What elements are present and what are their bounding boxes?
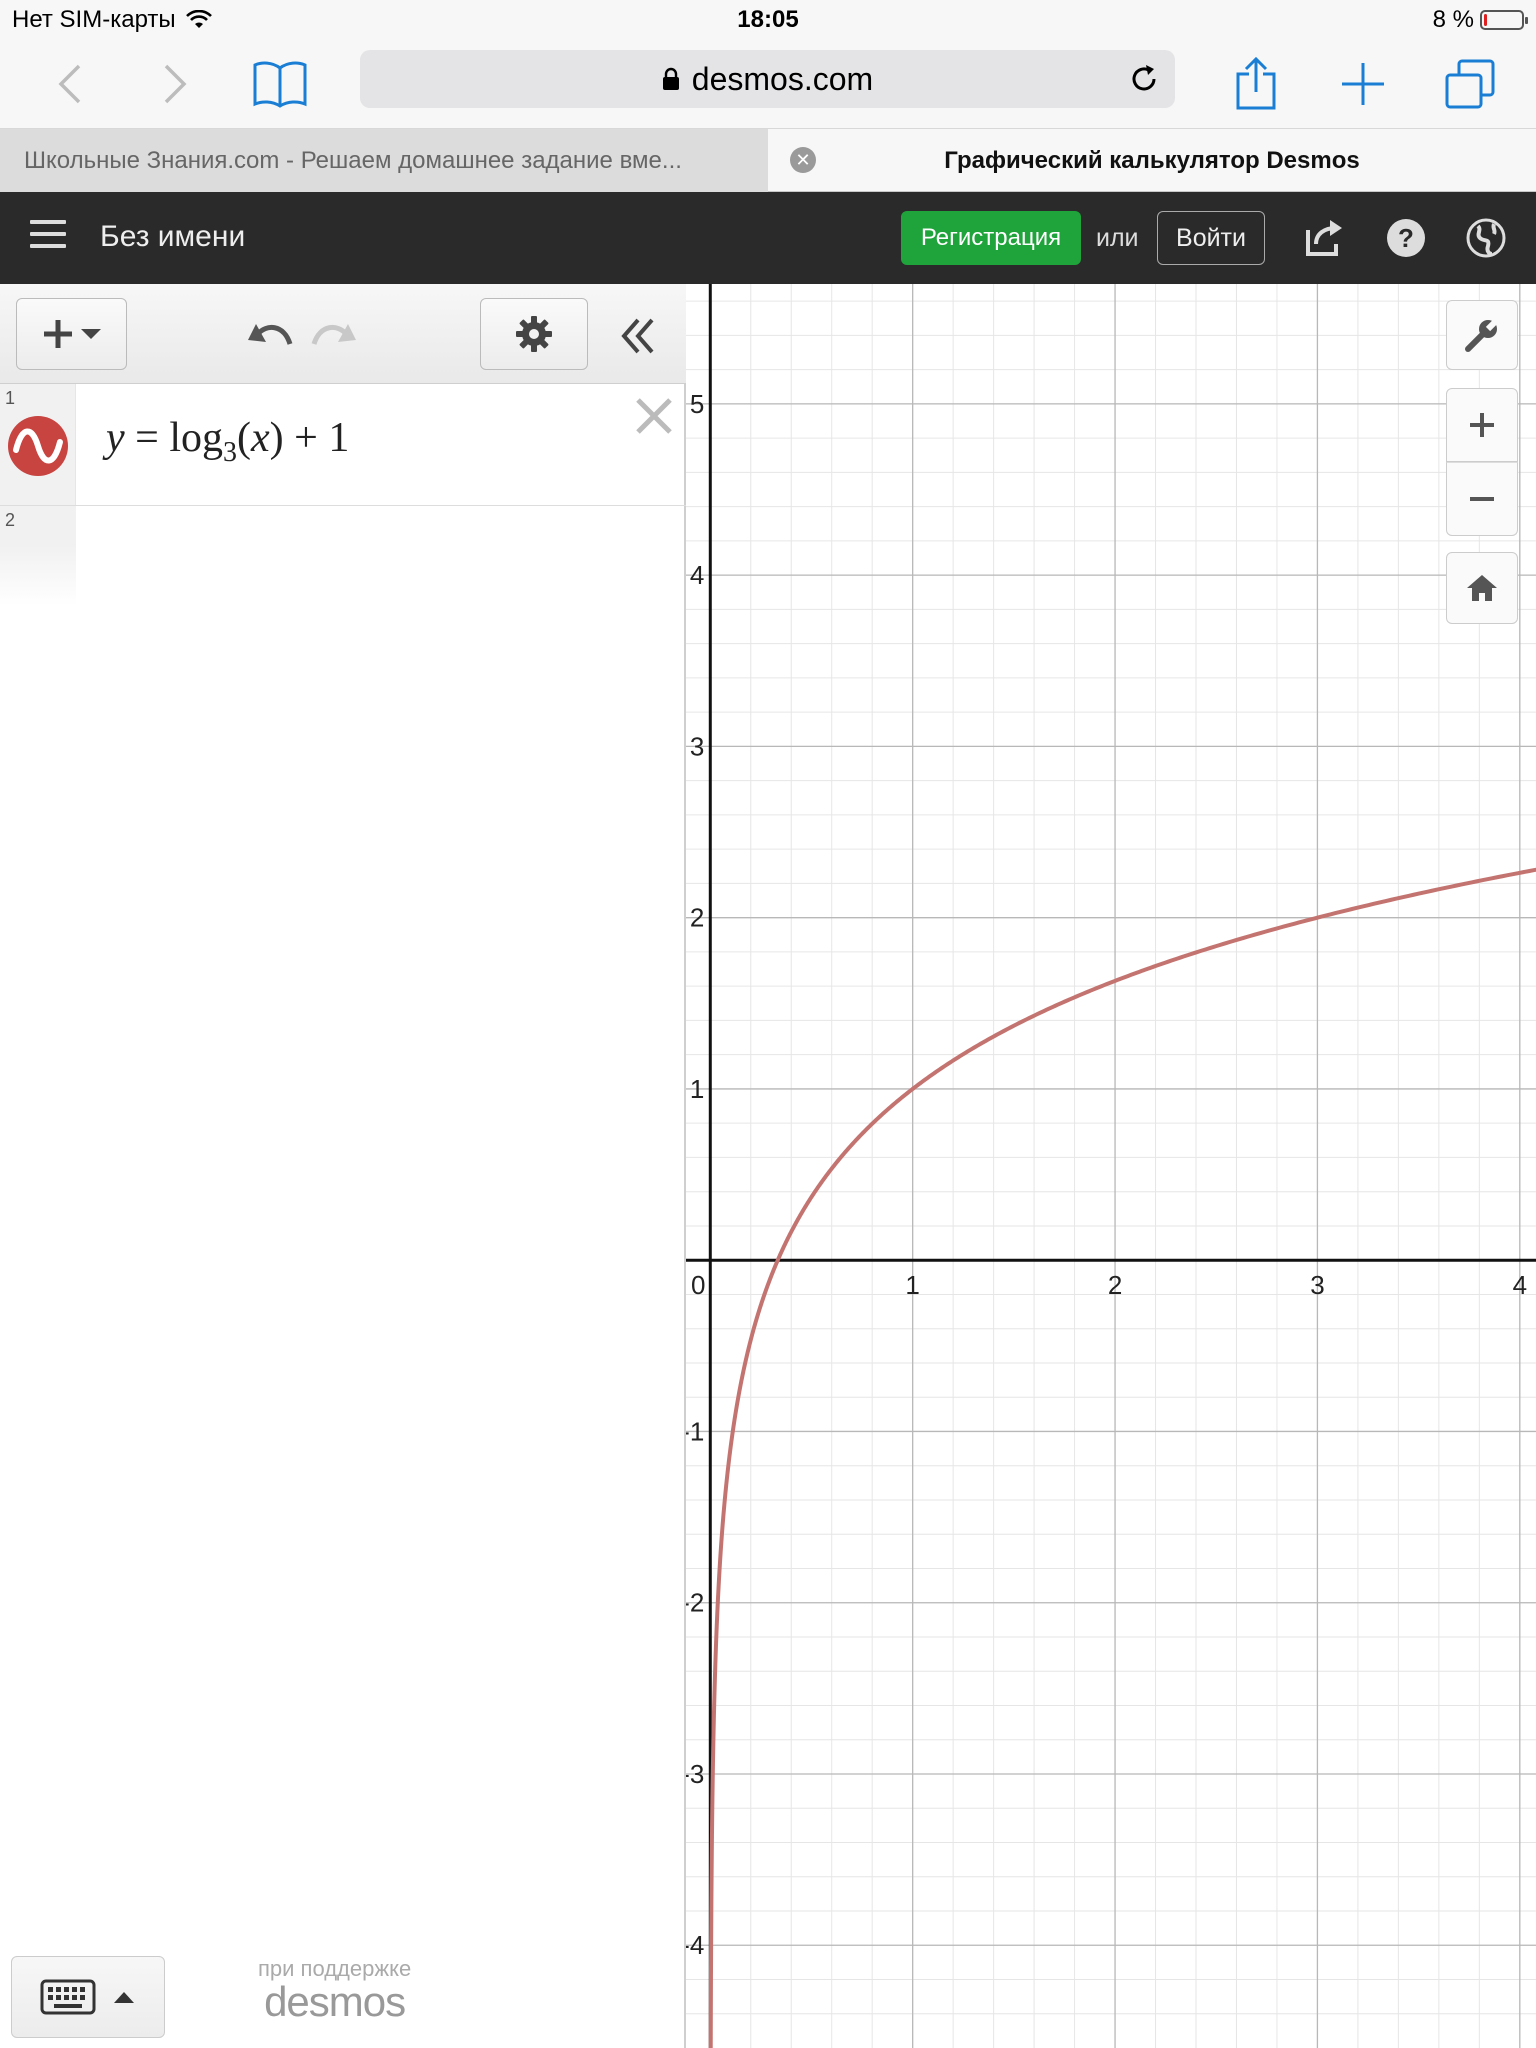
chevron-left-icon xyxy=(58,64,81,104)
x-tick-label: 2 xyxy=(1108,1270,1122,1300)
browser-toolbar: desmos.com xyxy=(0,40,1536,128)
share-button[interactable] xyxy=(1226,54,1286,114)
battery-fill xyxy=(1484,14,1488,26)
tab-znanija[interactable]: Школьные Знания.com - Решаем домашнее за… xyxy=(0,129,816,193)
undo-button[interactable] xyxy=(242,308,298,364)
share-icon xyxy=(1236,56,1276,110)
y-tick-label: -1 xyxy=(686,1416,704,1446)
desmos-header: Без имени Регистрация или Войти ? xyxy=(0,192,1536,284)
url-text: desmos.com xyxy=(691,60,874,97)
formula-open-paren: ( xyxy=(237,415,252,461)
formula-const: 1 xyxy=(328,415,350,461)
redo-button[interactable] xyxy=(306,308,362,364)
keyboard-icon xyxy=(40,1979,96,2015)
tab-bar: Школьные Знания.com - Решаем домашнее за… xyxy=(0,128,1536,193)
desmos-logo: desmos xyxy=(264,1978,406,2025)
x-tick-label: 1 xyxy=(905,1270,919,1300)
status-time: 18:05 xyxy=(737,6,799,33)
lock-icon xyxy=(662,67,679,90)
globe-icon[interactable] xyxy=(1464,216,1508,260)
wrench-icon xyxy=(1465,317,1500,352)
address-bar[interactable]: desmos.com xyxy=(360,50,1175,108)
formula-plus: + xyxy=(294,415,318,461)
plus-icon xyxy=(1342,63,1384,105)
double-chevron-left-icon xyxy=(621,318,654,354)
expression-formula[interactable]: y = log3(x) + 1 xyxy=(106,414,349,469)
graph-color-icon[interactable] xyxy=(8,416,68,476)
y-tick-label: -3 xyxy=(686,1759,704,1789)
collapse-panel-button[interactable] xyxy=(610,308,666,364)
y-tick-label: -2 xyxy=(686,1588,704,1618)
zoom-out-icon xyxy=(1470,497,1494,501)
formula-y: y xyxy=(106,415,125,461)
graph-title[interactable]: Без имени xyxy=(100,220,245,254)
caret-up-icon xyxy=(114,1992,134,2003)
back-button[interactable] xyxy=(40,54,100,114)
x-tick-label: 0 xyxy=(691,1270,705,1300)
add-item-button[interactable] xyxy=(16,298,127,370)
battery-icon xyxy=(1480,10,1528,30)
y-tick-label: 2 xyxy=(690,903,704,933)
share-graph-icon[interactable] xyxy=(1302,216,1346,260)
graph-paper[interactable]: 0 1 2 3 4 -4 -3 -2 -1 1 2 3 4 5 xyxy=(686,284,1536,2048)
caret-down-icon xyxy=(80,329,101,339)
delete-expression-icon[interactable] xyxy=(630,392,678,440)
x-tick-label: 4 xyxy=(1513,1270,1527,1300)
hamburger-menu-icon[interactable] xyxy=(30,220,66,254)
status-bar: Нет SIM-карты 18:05 8 % xyxy=(0,0,1536,40)
powered-by-desmos[interactable]: при поддержке desmos xyxy=(258,1956,411,2026)
wave-icon xyxy=(13,428,63,464)
formula-close-paren: ) xyxy=(269,415,284,461)
status-right: 8 % xyxy=(1432,6,1528,34)
new-tab-button[interactable] xyxy=(1333,54,1393,114)
expression-toolbar xyxy=(0,284,686,384)
tab-desmos[interactable]: Графический калькулятор Desmos xyxy=(768,129,1536,193)
gear-icon xyxy=(516,316,552,352)
bookmarks-button[interactable] xyxy=(250,54,310,114)
expression-number: 2 xyxy=(5,510,16,530)
tab-label: Школьные Знания.com - Решаем домашнее за… xyxy=(24,147,682,174)
graph-canvas[interactable]: 0 1 2 3 4 -4 -3 -2 -1 1 2 3 4 5 xyxy=(686,284,1536,2048)
curve-log3-plus-1 xyxy=(708,867,1536,2048)
redo-icon xyxy=(311,324,356,345)
y-tick-label: 1 xyxy=(690,1074,704,1104)
formula-eq: = xyxy=(135,415,159,461)
signup-button[interactable]: Регистрация xyxy=(901,211,1081,265)
expression-number: 1 xyxy=(5,388,16,408)
zoom-out-button[interactable] xyxy=(1446,462,1518,536)
x-tick-label: 3 xyxy=(1310,1270,1324,1300)
battery-label: 8 % xyxy=(1432,6,1474,33)
undo-icon xyxy=(248,324,293,345)
tab-label: Графический калькулятор Desmos xyxy=(944,147,1360,174)
keyboard-toggle-button[interactable] xyxy=(11,1956,165,2038)
y-tick-label: -4 xyxy=(686,1930,704,1960)
default-viewport-button[interactable] xyxy=(1446,552,1518,624)
expression-row[interactable]: 1 y = log3(x) + 1 xyxy=(0,384,686,506)
or-label: или xyxy=(1096,224,1139,252)
settings-button[interactable] xyxy=(480,298,588,370)
formula-x: x xyxy=(251,415,270,461)
graph-settings-button[interactable] xyxy=(1446,300,1518,370)
plus-icon xyxy=(43,320,72,348)
y-tick-label: 4 xyxy=(690,560,704,590)
formula-log: log xyxy=(169,415,224,461)
expression-row-empty[interactable]: 2 xyxy=(0,506,686,606)
chevron-right-icon xyxy=(164,64,187,104)
login-button[interactable]: Войти xyxy=(1157,211,1265,265)
y-tick-label: 3 xyxy=(690,731,704,761)
book-icon xyxy=(253,61,307,108)
forward-button[interactable] xyxy=(145,54,205,114)
tabs-icon xyxy=(1445,59,1495,109)
home-icon xyxy=(1467,575,1497,601)
svg-text:?: ? xyxy=(1398,223,1414,253)
y-tick-label: 5 xyxy=(690,389,704,419)
formula-base: 3 xyxy=(223,437,238,468)
zoom-in-icon xyxy=(1470,413,1494,437)
help-icon[interactable]: ? xyxy=(1384,216,1428,260)
expression-panel: 1 y = log3(x) + 1 2 при поддержке desmos xyxy=(0,284,686,2048)
expression-gutter: 2 xyxy=(0,506,76,606)
tabs-button[interactable] xyxy=(1440,54,1500,114)
zoom-in-button[interactable] xyxy=(1446,388,1518,462)
reload-icon[interactable] xyxy=(1127,62,1161,96)
